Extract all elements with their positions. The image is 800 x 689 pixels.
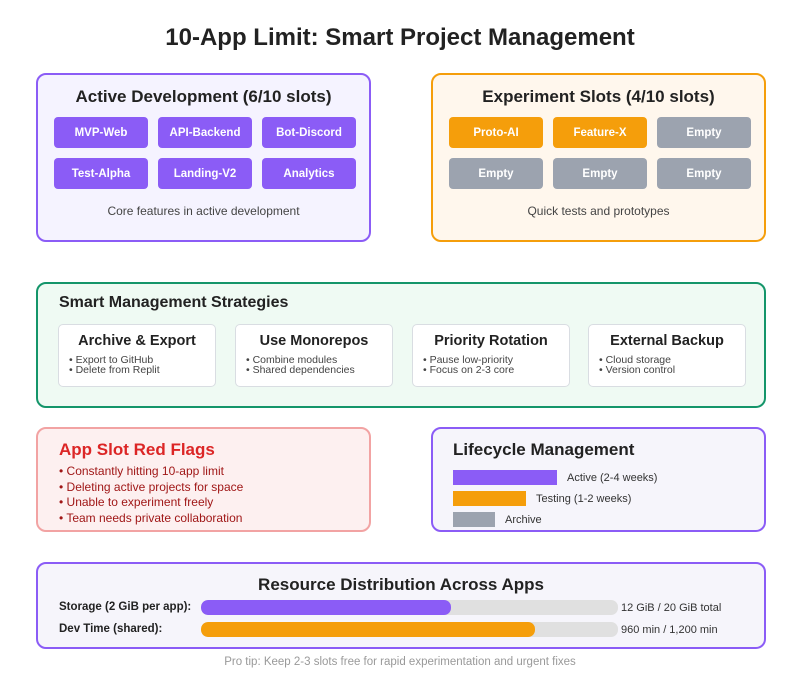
- resource-value: 960 min / 1,200 min: [621, 624, 718, 636]
- resource-title: Resource Distribution Across Apps: [258, 575, 544, 594]
- app-slot[interactable]: API-Backend: [158, 117, 252, 148]
- pro-tip: Pro tip: Keep 2-3 slots free for rapid e…: [224, 656, 576, 668]
- lifecycle-bar: [453, 512, 495, 527]
- app-slot[interactable]: Test-Alpha: [54, 158, 148, 189]
- red-flags-title: App Slot Red Flags: [59, 440, 215, 459]
- strategy-item: Shared dependencies: [246, 365, 392, 376]
- lifecycle-label: Archive: [505, 514, 542, 526]
- resource-fill: [201, 600, 452, 615]
- empty-slot[interactable]: Empty: [553, 158, 647, 189]
- experiment-slot[interactable]: Proto-AI: [449, 117, 543, 148]
- strategy-item: Version control: [599, 365, 745, 376]
- active-development-caption: Core features in active development: [107, 204, 300, 218]
- red-flags-list: Constantly hitting 10-app limit Deleting…: [59, 464, 243, 526]
- strategies-title: Smart Management Strategies: [59, 294, 289, 311]
- lifecycle-title: Lifecycle Management: [453, 440, 635, 459]
- app-slot[interactable]: Landing-V2: [158, 158, 252, 189]
- strategy-item: Focus on 2-3 core: [423, 365, 569, 376]
- lifecycle-label: Active (2-4 weeks): [567, 472, 658, 484]
- strategy-card-title: Use Monorepos: [259, 333, 369, 349]
- empty-slot[interactable]: Empty: [449, 158, 543, 189]
- red-flag-item: Deleting active projects for space: [59, 480, 244, 496]
- active-development-panel: Active Development (6/10 slots) MVP-Web …: [36, 73, 371, 242]
- lifecycle-panel: Lifecycle Management Active (2-4 weeks) T…: [431, 427, 766, 532]
- strategy-card-title: Priority Rotation: [434, 333, 548, 349]
- strategy-card-title: External Backup: [610, 333, 724, 349]
- active-development-title: Active Development (6/10 slots): [75, 87, 332, 106]
- empty-slot[interactable]: Empty: [657, 158, 751, 189]
- experiment-slots-caption: Quick tests and prototypes: [527, 204, 670, 218]
- app-slot[interactable]: MVP-Web: [54, 117, 148, 148]
- resource-label: Storage (2 GiB per app):: [59, 601, 192, 613]
- strategy-card-archive-export: Archive & Export Export to GitHub Delete…: [58, 324, 216, 387]
- lifecycle-bar: [453, 470, 557, 485]
- experiment-slots-title: Experiment Slots (4/10 slots): [482, 87, 715, 106]
- resource-value: 12 GiB / 20 GiB total: [621, 602, 722, 614]
- page-title: 10-App Limit: Smart Project Management: [165, 24, 635, 51]
- experiment-slot[interactable]: Feature-X: [553, 117, 647, 148]
- resource-fill: [201, 622, 535, 637]
- red-flag-item: Team needs private collaboration: [59, 511, 243, 527]
- resource-track: [201, 600, 618, 615]
- app-slot[interactable]: Bot-Discord: [262, 117, 356, 148]
- lifecycle-label: Testing (1-2 weeks): [536, 493, 632, 505]
- app-slot[interactable]: Analytics: [262, 158, 356, 189]
- red-flag-item: Constantly hitting 10-app limit: [59, 464, 243, 480]
- strategy-card-external-backup: External Backup Cloud storage Version co…: [588, 324, 746, 387]
- resource-label: Dev Time (shared):: [59, 623, 163, 635]
- strategy-card-use-monorepos: Use Monorepos Combine modules Shared dep…: [235, 324, 393, 387]
- lifecycle-bar: [453, 491, 526, 506]
- empty-slot[interactable]: Empty: [657, 117, 751, 148]
- strategies-panel: Smart Management Strategies Archive & Ex…: [36, 282, 766, 408]
- strategy-card-title: Archive & Export: [78, 333, 196, 349]
- strategy-card-priority-rotation: Priority Rotation Pause low-priority Foc…: [412, 324, 570, 387]
- resource-panel: Resource Distribution Across Apps Storag…: [36, 562, 766, 649]
- strategy-item: Delete from Replit: [69, 365, 215, 376]
- red-flags-panel: App Slot Red Flags Constantly hitting 10…: [36, 427, 371, 532]
- experiment-slots-panel: Experiment Slots (4/10 slots) Proto-AI F…: [431, 73, 766, 242]
- resource-track: [201, 622, 618, 637]
- red-flag-item: Unable to experiment freely: [59, 495, 243, 511]
